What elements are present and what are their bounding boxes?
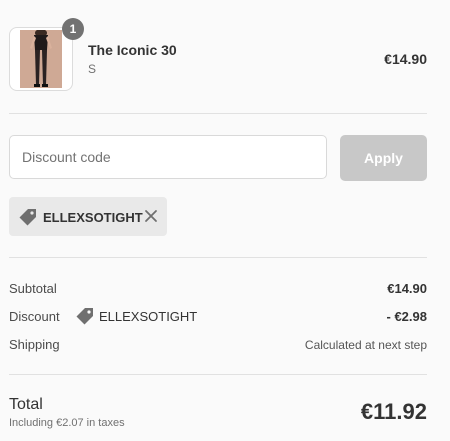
divider (9, 374, 427, 375)
total-label: Total (9, 396, 43, 413)
close-icon[interactable] (144, 209, 158, 223)
discount-code: ELLEXSOTIGHT (99, 309, 198, 324)
order-summary: 1 The Iconic 30 S €14.90 Apply ELLEXSOTI… (0, 0, 450, 441)
shipping-label: Shipping (9, 337, 60, 352)
tag-icon (19, 208, 37, 231)
tag-icon (76, 307, 94, 330)
subtotal-value: €14.90 (387, 281, 427, 296)
divider (9, 257, 427, 258)
tax-note: Including €2.07 in taxes (9, 417, 125, 429)
product-price: €14.90 (384, 51, 427, 67)
discount-label: Discount (9, 309, 60, 324)
discount-value: - €2.98 (386, 309, 427, 324)
line-item: 1 The Iconic 30 S €14.90 (9, 18, 427, 91)
product-name: The Iconic 30 (88, 42, 177, 58)
subtotal-label: Subtotal (9, 281, 57, 296)
total-value: €11.92 (360, 399, 427, 424)
applied-discount-chip: ELLEXSOTIGHT (9, 197, 167, 236)
applied-discount-code: ELLEXSOTIGHT (43, 210, 143, 225)
product-thumbnail: 1 (9, 18, 84, 91)
product-variant: S (88, 62, 97, 76)
quantity-badge: 1 (62, 18, 84, 40)
apply-discount-button[interactable]: Apply (340, 135, 427, 181)
shipping-value: Calculated at next step (304, 338, 427, 352)
discount-code-input[interactable] (9, 135, 327, 179)
product-image (20, 30, 62, 88)
divider (9, 113, 427, 114)
